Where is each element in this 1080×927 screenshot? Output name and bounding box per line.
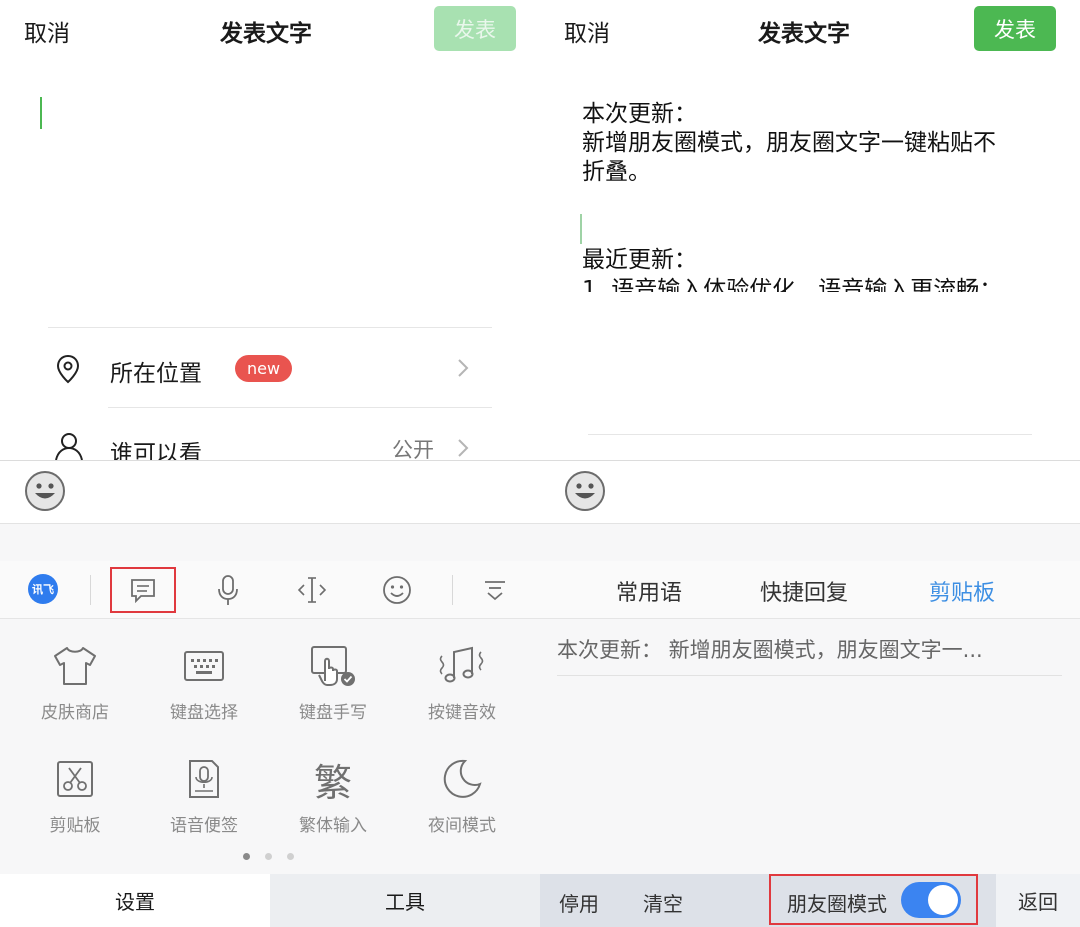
emoji-icon[interactable] — [25, 471, 65, 511]
cancel-button[interactable]: 取消 — [564, 14, 610, 48]
divider — [48, 327, 492, 328]
smiley-icon[interactable] — [377, 570, 417, 610]
divider — [108, 407, 492, 408]
traditional-glyph: 繁 — [313, 760, 352, 805]
page-dot-active — [243, 853, 250, 860]
post-line: 本次更新： — [582, 101, 697, 127]
music-icon — [402, 640, 522, 692]
text-cursor — [580, 214, 582, 244]
post-line: 新增朋友圈模式，朋友圈文字一键粘贴不 — [582, 130, 996, 156]
post-line: 最近更新： — [582, 247, 697, 273]
grid-item-key-sound[interactable]: 按键音效 — [402, 640, 522, 723]
post-text-input[interactable] — [40, 70, 500, 320]
grid-item-night-mode[interactable]: 夜间模式 — [402, 753, 522, 836]
grid-item-clipboard[interactable]: 剪贴板 — [15, 753, 135, 836]
emoji-bar — [540, 460, 1080, 524]
scissors-icon — [15, 753, 135, 805]
grid-item-skin-store[interactable]: 皮肤商店 — [15, 640, 135, 723]
grid-label: 按键音效 — [428, 703, 496, 723]
tab-settings[interactable]: 设置 — [0, 874, 270, 927]
disable-button[interactable]: 停用 — [559, 888, 599, 917]
chevron-right-icon — [456, 357, 470, 383]
post-line: 折叠。 — [582, 159, 651, 185]
collapse-keyboard-icon[interactable] — [475, 570, 515, 610]
grid-item-voice-note[interactable]: 语音便签 — [144, 753, 264, 836]
moon-icon — [402, 753, 522, 805]
page-dot — [287, 853, 294, 860]
handwrite-icon — [273, 640, 393, 692]
grid-label: 语音便签 — [170, 816, 238, 836]
clipboard-item[interactable]: 本次更新： 新增朋友圈模式，朋友圈文字一... — [557, 634, 1062, 664]
tab-tools[interactable]: 工具 — [270, 874, 540, 927]
keyboard-toolbar — [0, 561, 540, 619]
grid-item-handwriting[interactable]: 键盘手写 — [273, 640, 393, 723]
cancel-button[interactable]: 取消 — [24, 14, 70, 48]
grid-label: 皮肤商店 — [41, 703, 109, 723]
tab-clipboard[interactable]: 剪贴板 — [929, 575, 995, 607]
cursor-move-icon[interactable] — [292, 570, 332, 610]
moments-mode-label: 朋友圈模式 — [787, 892, 887, 916]
tab-common-phrases[interactable]: 常用语 — [616, 575, 682, 607]
emoji-bar — [0, 460, 540, 524]
right-screen: 取消 发表文字 发表 本次更新： 新增朋友圈模式，朋友圈文字一键粘贴不 折叠。 … — [540, 0, 1080, 927]
microphone-icon[interactable] — [208, 570, 248, 610]
tab-quick-reply[interactable]: 快捷回复 — [760, 575, 848, 607]
left-screen: 取消 发表文字 发表 所在位置 new 谁可以看 公开 讯飞 皮肤商店 键盘选择… — [0, 0, 540, 927]
clear-button[interactable]: 清空 — [643, 888, 683, 917]
divider — [452, 575, 453, 605]
page-title: 发表文字 — [220, 21, 312, 47]
new-badge: new — [235, 355, 293, 382]
post-line: 1. 语音输入体验优化，语音输入更流畅； — [582, 277, 1003, 292]
location-pin-icon — [55, 354, 81, 388]
grid-item-traditional[interactable]: 繁 繁体输入 — [273, 753, 393, 837]
page-title: 发表文字 — [758, 21, 850, 47]
emoji-icon[interactable] — [565, 471, 605, 511]
grid-item-keyboard-select[interactable]: 键盘选择 — [144, 640, 264, 723]
divider — [557, 675, 1062, 676]
shirt-icon — [15, 640, 135, 692]
moments-mode-toggle[interactable] — [901, 882, 961, 918]
grid-label: 夜间模式 — [428, 816, 496, 836]
toggle-knob — [928, 885, 958, 915]
publish-button[interactable]: 发表 — [974, 6, 1056, 51]
active-indicator — [33, 614, 53, 618]
grid-label: 键盘选择 — [170, 703, 238, 723]
divider — [588, 434, 1032, 435]
traditional-icon: 繁 — [273, 753, 393, 805]
voice-note-icon — [144, 753, 264, 805]
keyboard-icon — [144, 640, 264, 692]
grid-label: 繁体输入 — [299, 816, 367, 836]
ime-logo-icon[interactable]: 讯飞 — [28, 574, 58, 604]
location-label: 所在位置 — [110, 361, 202, 387]
post-text-input[interactable]: 本次更新： 新增朋友圈模式，朋友圈文字一键粘贴不 折叠。 最近更新： 1. 语音… — [580, 70, 1040, 292]
grid-label: 剪贴板 — [49, 816, 101, 836]
message-icon[interactable] — [123, 570, 163, 610]
page-dot — [265, 853, 272, 860]
back-button[interactable]: 返回 — [996, 874, 1080, 927]
grid-label: 键盘手写 — [299, 703, 367, 723]
divider — [90, 575, 91, 605]
publish-button-disabled[interactable]: 发表 — [434, 6, 516, 51]
